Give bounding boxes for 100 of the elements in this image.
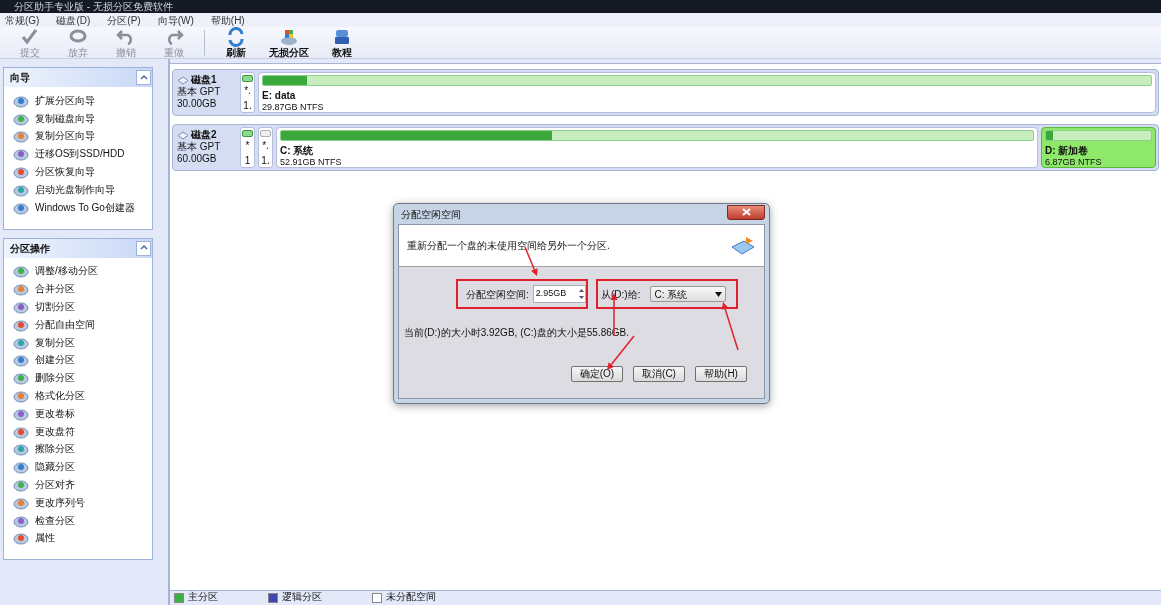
disk-icon [13, 200, 29, 215]
disk-icon [13, 460, 29, 475]
disk-icon [13, 531, 29, 546]
disk-icon [730, 234, 756, 257]
disk-icon [13, 424, 29, 439]
close-icon [741, 208, 751, 216]
legend-label: 主分区 [188, 591, 218, 603]
sidebar-item[interactable]: 创建分区 [35, 354, 75, 367]
sidebar-item[interactable]: 删除分区 [35, 372, 75, 385]
disk-icon [13, 111, 29, 126]
book-icon [332, 27, 352, 47]
disk-icon [13, 129, 29, 144]
sidebar-item[interactable]: 擦除分区 [35, 443, 75, 456]
collapse-button[interactable] [136, 240, 151, 256]
disk-size: 60.00GB [177, 153, 218, 165]
close-button[interactable] [727, 204, 765, 220]
sidebar-item[interactable]: 分区恢复向导 [35, 166, 95, 179]
disk-icon [13, 371, 29, 386]
toolbar-button[interactable]: 教程 [317, 27, 367, 58]
disk-type: 基本 GPT [177, 141, 222, 153]
partition-dropdown[interactable]: C: 系统 [650, 286, 727, 302]
panel-title: 向导 [10, 71, 30, 85]
partition-label: 1. [243, 100, 252, 112]
partition-label: *. [262, 140, 269, 152]
disk-icon [13, 264, 29, 279]
partition-size: 29.87GB NTFS [262, 102, 325, 113]
sidebar-item[interactable]: 格式化分区 [35, 390, 85, 403]
sidebar-item[interactable]: 隐藏分区 [35, 461, 75, 474]
dialog-button[interactable]: 取消(C) [633, 366, 685, 382]
sidebar-item[interactable]: 更改盘符 [35, 425, 75, 438]
sidebar-item[interactable]: 切割分区 [35, 301, 75, 314]
sidebar-item[interactable]: 调整/移动分区 [35, 265, 98, 278]
partition-block[interactable]: *. 1. [258, 127, 273, 168]
partition-name: E: data [262, 90, 297, 102]
sidebar-item[interactable]: 更改序列号 [35, 496, 85, 509]
partition-block[interactable]: C: 系统 52.91GB NTFS [276, 127, 1038, 168]
menu-item[interactable]: 常规(G) [5, 12, 40, 28]
disk-icon [13, 182, 29, 197]
disk-icon [13, 353, 29, 368]
sidebar-item[interactable]: 复制分区 [35, 336, 75, 349]
partition-label: * [245, 140, 250, 152]
disk-icon [13, 495, 29, 510]
refresh-icon [226, 27, 246, 47]
dropdown-arrow-icon [715, 291, 723, 297]
disk-icon [13, 442, 29, 457]
disk-icon [13, 300, 29, 315]
partition-block[interactable]: E: data 29.87GB NTFS [258, 72, 1156, 113]
partition-size: 52.91GB NTFS [280, 157, 343, 168]
spin-up-icon[interactable] [578, 287, 585, 294]
toolbar-button[interactable]: 刷新 [211, 27, 261, 58]
menu-item[interactable]: 帮助(H) [210, 12, 245, 28]
disk-icon [13, 406, 29, 421]
partition-label: 1. [261, 155, 270, 167]
window-title: 分区助手专业版 - 无损分区免费软件 [13, 0, 173, 13]
collapse-button[interactable] [136, 70, 151, 85]
sidebar-item[interactable]: 检查分区 [35, 514, 75, 527]
disk-icon [13, 389, 29, 404]
sidebar-item[interactable]: 复制分区向导 [35, 130, 95, 143]
menu-item[interactable]: 磁盘(D) [56, 12, 91, 28]
sidebar-item[interactable]: 更改卷标 [35, 407, 75, 420]
spin-down-icon[interactable] [578, 294, 585, 301]
sidebar-item[interactable]: 分区对齐 [35, 479, 75, 492]
menu-item[interactable]: 分区(P) [107, 12, 141, 28]
dialog-title: 分配空闲空间 [400, 207, 461, 222]
disk-name: 磁盘1 [191, 74, 217, 86]
toolbar-button[interactable]: 无损分区 [261, 27, 317, 58]
disk-type: 基本 GPT [177, 86, 222, 98]
partition-name: C: 系统 [280, 145, 315, 157]
partition-block[interactable]: * 1 [240, 127, 255, 168]
chevron-up-icon [139, 73, 148, 82]
disk-icon [13, 93, 29, 108]
disk-icon [279, 27, 299, 47]
field-label: 分配空闲空间: [466, 287, 529, 302]
sidebar-item[interactable]: 迁移OS到SSD/HDD [35, 148, 125, 161]
dialog-description: 重新分配一个盘的未使用空间给另外一个分区. [407, 239, 610, 253]
sidebar-item[interactable]: 合并分区 [35, 283, 75, 296]
sidebar-item[interactable]: 启动光盘制作向导 [35, 183, 115, 196]
disk-name: 磁盘2 [191, 129, 217, 141]
sidebar-item[interactable]: 复制磁盘向导 [35, 112, 95, 125]
sidebar-item[interactable]: Windows To Go创建器 [35, 201, 135, 214]
sidebar-item[interactable]: 分配自由空间 [35, 318, 95, 331]
sidebar-item[interactable]: 扩展分区向导 [35, 94, 95, 107]
disk-icon [13, 165, 29, 180]
disk-icon [13, 513, 29, 528]
disk-icon [13, 147, 29, 162]
size-spinner[interactable]: 2.95GB [532, 285, 586, 303]
panel-title: 分区操作 [10, 241, 50, 256]
disk-icon [13, 478, 29, 493]
disk-icon [13, 282, 29, 297]
partition-label: 1 [244, 155, 251, 167]
sidebar-item[interactable]: 属性 [35, 532, 55, 545]
menu-item[interactable]: 向导(W) [157, 12, 194, 28]
partition-block[interactable]: D: 新加卷 6.87GB NTFS [1041, 127, 1156, 168]
partition-name: D: 新加卷 [1045, 145, 1090, 157]
partition-size: 6.87GB NTFS [1045, 157, 1103, 168]
partition-block[interactable]: *. 1. [240, 72, 255, 113]
dialog-button[interactable]: 帮助(H) [695, 366, 747, 382]
disk-icon [13, 335, 29, 350]
dialog-button[interactable]: 确定(O) [571, 366, 623, 382]
disk-size: 30.00GB [177, 98, 218, 110]
